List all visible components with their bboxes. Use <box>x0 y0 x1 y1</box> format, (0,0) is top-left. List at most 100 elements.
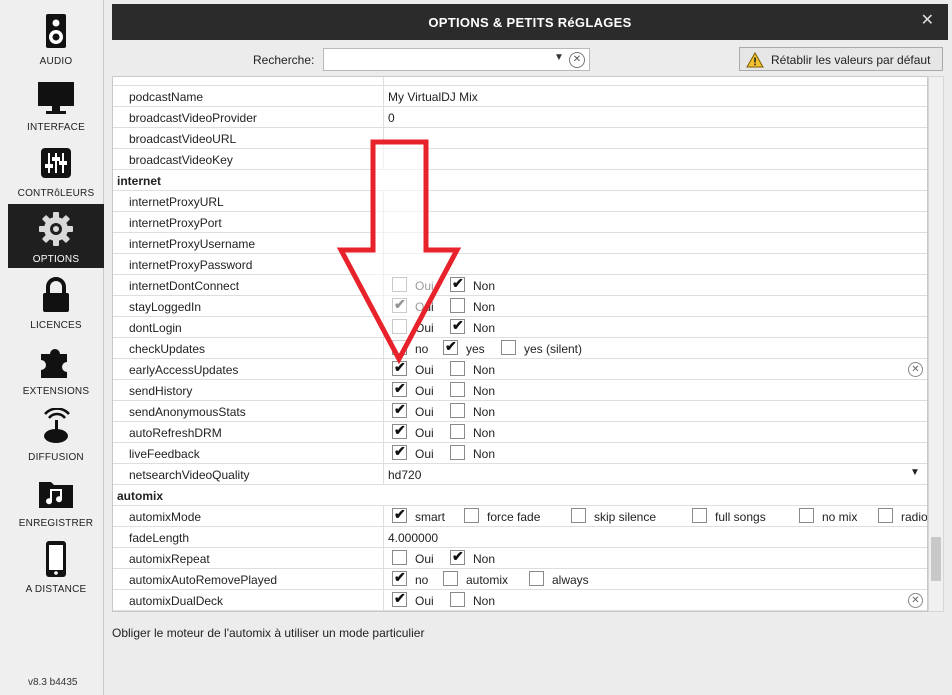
checkbox-box[interactable] <box>799 508 814 523</box>
search-combobox[interactable]: ▼ ✕ <box>323 48 590 71</box>
checkbox-box[interactable]: ✔ <box>392 359 407 376</box>
setting-name: internetProxyPort <box>129 216 222 230</box>
nav-item-options[interactable]: OPTIONS <box>8 204 104 268</box>
checkbox-box[interactable] <box>450 298 465 313</box>
reset-value-icon[interactable]: ✕ <box>908 593 923 608</box>
column-divider <box>383 443 384 464</box>
table-row[interactable]: sendHistory ✔ Oui Non <box>113 380 927 401</box>
checkbox-box[interactable] <box>450 445 465 460</box>
nav-item-diffusion[interactable]: DIFFUSION <box>8 402 104 466</box>
chevron-down-icon[interactable]: ▼ <box>552 52 566 68</box>
nav-item-interface[interactable]: INTERFACE <box>8 72 104 136</box>
reset-defaults-button[interactable]: Rétablir les valeurs par défaut <box>739 47 943 71</box>
checkbox-box[interactable]: ✔ <box>392 569 407 586</box>
option-label: no <box>415 342 429 356</box>
setting-value[interactable]: hd720 <box>388 468 421 482</box>
scroll-thumb[interactable] <box>931 537 941 581</box>
checkbox-box[interactable] <box>571 508 586 523</box>
table-row[interactable]: fadeLength 4.000000 <box>113 527 927 548</box>
checkbox-box[interactable]: ✔ <box>450 317 465 334</box>
setting-value[interactable]: 0 <box>388 111 395 125</box>
table-row[interactable]: internetDontConnect Oui ✔ Non <box>113 275 927 296</box>
nav-item-audio[interactable]: AUDIO <box>8 6 104 70</box>
table-row[interactable]: internetProxyURL <box>113 191 927 212</box>
table-row[interactable]: sendAnonymousStats ✔ Oui Non <box>113 401 927 422</box>
table-row[interactable]: broadcastVideoURL <box>113 128 927 149</box>
nav-item-controleurs[interactable]: CONTRôLEURS <box>8 138 104 202</box>
table-row[interactable]: checkUpdates no ✔ yes yes (silent) <box>113 338 927 359</box>
option-label: smart <box>415 510 445 524</box>
checkbox-box[interactable]: ✔ <box>392 401 407 418</box>
checkbox-box[interactable]: ✔ <box>392 506 407 523</box>
table-row[interactable]: liveFeedback ✔ Oui Non <box>113 443 927 464</box>
checkbox-box[interactable] <box>450 403 465 418</box>
checkbox-box[interactable] <box>392 340 407 355</box>
option-label: skip silence <box>594 510 657 524</box>
table-row[interactable]: netsearchVideoQuality hd720 ▼ <box>113 464 927 485</box>
setting-name: sendHistory <box>129 384 193 398</box>
nav-item-a-distance[interactable]: A DISTANCE <box>8 534 104 598</box>
section-title: internet <box>117 174 162 188</box>
table-row[interactable]: broadcastVideoKey <box>113 149 927 170</box>
checkbox-box[interactable]: ✔ <box>443 338 458 355</box>
vertical-scrollbar[interactable] <box>928 76 944 612</box>
checkbox-box[interactable] <box>450 424 465 439</box>
nav-item-enregistrer[interactable]: ENREGISTRER <box>8 468 104 532</box>
checkbox-box[interactable] <box>450 361 465 376</box>
checkbox-box[interactable] <box>529 571 544 586</box>
checkbox-box[interactable] <box>443 571 458 586</box>
setting-value[interactable]: My VirtualDJ Mix <box>388 90 478 104</box>
checkbox-box[interactable]: ✔ <box>450 548 465 565</box>
table-row[interactable]: broadcastVideoProvider 0 <box>113 107 927 128</box>
checkbox-box[interactable] <box>392 319 407 334</box>
nav-item-extensions[interactable]: EXTENSIONS <box>8 336 104 400</box>
checkbox-box[interactable] <box>878 508 893 523</box>
setting-description: Obliger le moteur de l'automix à utilise… <box>112 626 425 640</box>
table-row[interactable]: internetProxyUsername <box>113 233 927 254</box>
clear-search-icon[interactable]: ✕ <box>569 52 585 68</box>
nav-item-licences[interactable]: LICENCES <box>8 270 104 334</box>
checkbox-box[interactable] <box>501 340 516 355</box>
table-row[interactable]: automixMode ✔ smart force fade skip silence f… <box>113 506 927 527</box>
music-folder-icon <box>39 482 73 508</box>
table-row[interactable]: earlyAccessUpdates ✔ Oui Non ✕ <box>113 359 927 380</box>
column-divider <box>383 338 384 359</box>
checkbox-box[interactable]: ✔ <box>392 443 407 460</box>
table-row[interactable]: autoRefreshDRM ✔ Oui Non <box>113 422 927 443</box>
table-row[interactable]: automixDualDeck ✔ Oui Non ✕ <box>113 590 927 611</box>
checkbox-box[interactable] <box>450 592 465 607</box>
column-divider <box>383 296 384 317</box>
table-row[interactable]: automixAutoRemovePlayed ✔ no automix always <box>113 569 927 590</box>
checkmark-icon: ✔ <box>394 401 406 417</box>
setting-name: fadeLength <box>129 531 190 545</box>
section-header-row: internet <box>113 170 927 191</box>
reset-value-icon[interactable]: ✕ <box>908 362 923 377</box>
table-row[interactable]: podcastName My VirtualDJ Mix <box>113 86 927 107</box>
table-row[interactable]: internetProxyPort <box>113 212 927 233</box>
table-row[interactable]: automixRepeat Oui ✔ Non <box>113 548 927 569</box>
table-row[interactable]: dontLogin Oui ✔ Non <box>113 317 927 338</box>
checkbox-box[interactable]: ✔ <box>450 275 465 292</box>
table-row[interactable]: stayLoggedIn ✔ Oui Non <box>113 296 927 317</box>
checkbox-box[interactable]: ✔ <box>392 422 407 439</box>
checkbox-box[interactable] <box>692 508 707 523</box>
checkbox-box[interactable] <box>392 550 407 565</box>
checkbox-box[interactable] <box>450 382 465 397</box>
search-input[interactable] <box>326 51 548 68</box>
checkbox-box[interactable] <box>392 277 407 292</box>
setting-name: sendAnonymousStats <box>129 405 246 419</box>
nav-label: ENREGISTRER <box>18 518 94 529</box>
checkbox-box[interactable]: ✔ <box>392 380 407 397</box>
setting-name: automixRepeat <box>129 552 210 566</box>
setting-value[interactable]: 4.000000 <box>388 531 438 545</box>
close-icon[interactable]: ✕ <box>921 13 934 29</box>
checkbox-box[interactable]: ✔ <box>392 296 407 313</box>
checkmark-icon: ✔ <box>394 443 406 459</box>
chevron-down-icon[interactable]: ▼ <box>910 467 920 478</box>
column-divider <box>383 233 384 254</box>
checkbox-box[interactable]: ✔ <box>392 590 407 607</box>
checkbox-box[interactable] <box>464 508 479 523</box>
option-label: no <box>415 573 429 587</box>
column-divider <box>383 527 384 548</box>
table-row[interactable]: internetProxyPassword <box>113 254 927 275</box>
